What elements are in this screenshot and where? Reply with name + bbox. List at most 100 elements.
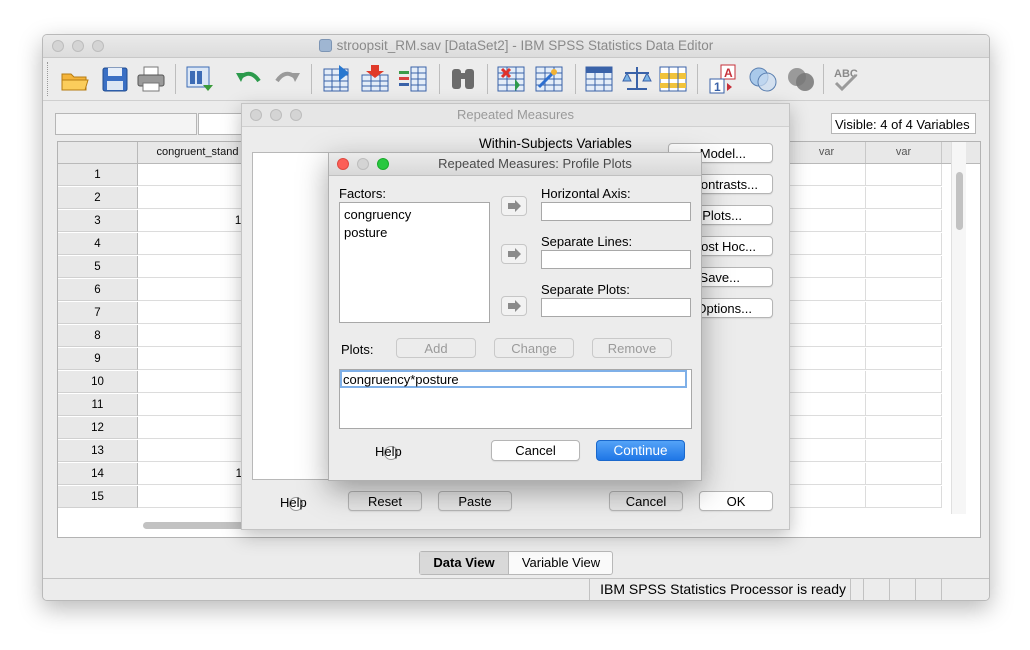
separate-plots-field[interactable] xyxy=(541,298,691,317)
toolbar-handle[interactable] xyxy=(47,62,52,96)
change-button[interactable]: Change xyxy=(494,338,574,358)
remove-button[interactable]: Remove xyxy=(592,338,672,358)
table-cell[interactable] xyxy=(788,371,866,393)
open-folder-icon[interactable] xyxy=(59,63,91,95)
table-cell[interactable] xyxy=(866,486,942,508)
list-item[interactable]: posture xyxy=(344,225,387,240)
table-cell[interactable] xyxy=(866,440,942,462)
row-number[interactable]: 3 xyxy=(58,210,138,232)
table-cell[interactable]: 79 xyxy=(138,371,258,393)
select-cases-icon[interactable] xyxy=(657,63,689,95)
table-cell[interactable]: 95 xyxy=(138,279,258,301)
plots-list[interactable]: congruency*posture xyxy=(339,369,692,429)
vertical-scrollbar[interactable] xyxy=(951,142,966,514)
table-cell[interactable]: 87 xyxy=(138,325,258,347)
table-cell[interactable] xyxy=(788,233,866,255)
move-to-horizontal-button[interactable] xyxy=(501,196,527,216)
find-icon[interactable] xyxy=(447,63,479,95)
table-cell[interactable] xyxy=(866,417,942,439)
paste-button[interactable]: Paste xyxy=(438,491,512,511)
redo-icon[interactable] xyxy=(271,63,303,95)
pp-help-button[interactable]: Help xyxy=(375,442,415,462)
row-number[interactable]: 14 xyxy=(58,463,138,485)
row-number[interactable]: 15 xyxy=(58,486,138,508)
table-cell[interactable] xyxy=(866,371,942,393)
move-to-lines-button[interactable] xyxy=(501,244,527,264)
table-cell[interactable] xyxy=(788,187,866,209)
table-cell[interactable]: 90 xyxy=(138,256,258,278)
insert-cases-icon[interactable] xyxy=(495,63,527,95)
ok-button[interactable]: OK xyxy=(699,491,773,511)
table-cell[interactable]: 82 xyxy=(138,348,258,370)
undo-icon[interactable] xyxy=(233,63,265,95)
dialog-recall-icon[interactable] xyxy=(183,63,215,95)
table-cell[interactable]: 71 xyxy=(138,440,258,462)
split-file-icon[interactable] xyxy=(583,63,615,95)
table-cell[interactable] xyxy=(788,394,866,416)
table-cell[interactable] xyxy=(866,164,942,186)
show-all-variables-icon[interactable] xyxy=(785,63,817,95)
factors-list[interactable]: congruency posture xyxy=(339,202,490,323)
row-number[interactable]: 2 xyxy=(58,187,138,209)
close-window-button[interactable] xyxy=(337,158,349,170)
table-cell[interactable] xyxy=(866,463,942,485)
table-cell[interactable]: 71 xyxy=(138,394,258,416)
row-number[interactable]: 8 xyxy=(58,325,138,347)
rm-cancel-button[interactable]: Cancel xyxy=(609,491,683,511)
table-cell[interactable] xyxy=(788,486,866,508)
use-sets-icon[interactable] xyxy=(747,63,779,95)
variables-icon[interactable] xyxy=(397,63,429,95)
separate-lines-field[interactable] xyxy=(541,250,691,269)
goto-case-icon[interactable] xyxy=(321,63,353,95)
row-number[interactable]: 11 xyxy=(58,394,138,416)
table-cell[interactable]: 87 xyxy=(138,302,258,324)
table-cell[interactable] xyxy=(866,279,942,301)
table-cell[interactable]: 112 xyxy=(138,463,258,485)
column-header[interactable]: congruent_stand xyxy=(138,142,258,163)
move-to-plots-button[interactable] xyxy=(501,296,527,316)
add-button[interactable]: Add xyxy=(396,338,476,358)
horizontal-axis-field[interactable] xyxy=(541,202,691,221)
row-number[interactable]: 12 xyxy=(58,417,138,439)
insert-variable-icon[interactable] xyxy=(533,63,565,95)
row-number[interactable]: 7 xyxy=(58,302,138,324)
row-number[interactable]: 6 xyxy=(58,279,138,301)
table-cell[interactable] xyxy=(788,325,866,347)
table-cell[interactable] xyxy=(788,463,866,485)
table-cell[interactable] xyxy=(866,233,942,255)
table-cell[interactable] xyxy=(866,348,942,370)
print-icon[interactable] xyxy=(135,63,167,95)
table-cell[interactable]: 70 xyxy=(138,187,258,209)
save-icon[interactable] xyxy=(99,63,131,95)
table-cell[interactable] xyxy=(788,210,866,232)
table-cell[interactable] xyxy=(788,256,866,278)
rm-help-button[interactable]: Help xyxy=(280,493,320,513)
row-number[interactable]: 1 xyxy=(58,164,138,186)
pp-cancel-button[interactable]: Cancel xyxy=(491,440,580,461)
cell-name-box[interactable] xyxy=(55,113,197,135)
table-cell[interactable] xyxy=(788,279,866,301)
table-cell[interactable] xyxy=(866,256,942,278)
horizontal-scroll-thumb[interactable] xyxy=(143,522,253,529)
tab-data-view[interactable]: Data View xyxy=(420,552,508,574)
table-cell[interactable] xyxy=(866,302,942,324)
table-cell[interactable] xyxy=(866,394,942,416)
row-number[interactable]: 4 xyxy=(58,233,138,255)
table-cell[interactable] xyxy=(866,325,942,347)
table-cell[interactable]: 71 xyxy=(138,233,258,255)
row-number[interactable]: 5 xyxy=(58,256,138,278)
spell-check-icon[interactable]: ABC xyxy=(831,63,863,95)
row-number[interactable]: 9 xyxy=(58,348,138,370)
table-cell[interactable] xyxy=(788,302,866,324)
vertical-scroll-thumb[interactable] xyxy=(956,172,963,230)
weight-cases-icon[interactable] xyxy=(621,63,653,95)
continue-button[interactable]: Continue xyxy=(596,440,685,461)
grid-corner[interactable] xyxy=(58,142,138,163)
table-cell[interactable] xyxy=(866,187,942,209)
column-header[interactable]: var xyxy=(866,142,942,163)
table-cell[interactable]: 89 xyxy=(138,164,258,186)
table-cell[interactable] xyxy=(788,417,866,439)
table-cell[interactable]: 92 xyxy=(138,417,258,439)
tab-variable-view[interactable]: Variable View xyxy=(508,552,613,574)
table-cell[interactable] xyxy=(866,210,942,232)
